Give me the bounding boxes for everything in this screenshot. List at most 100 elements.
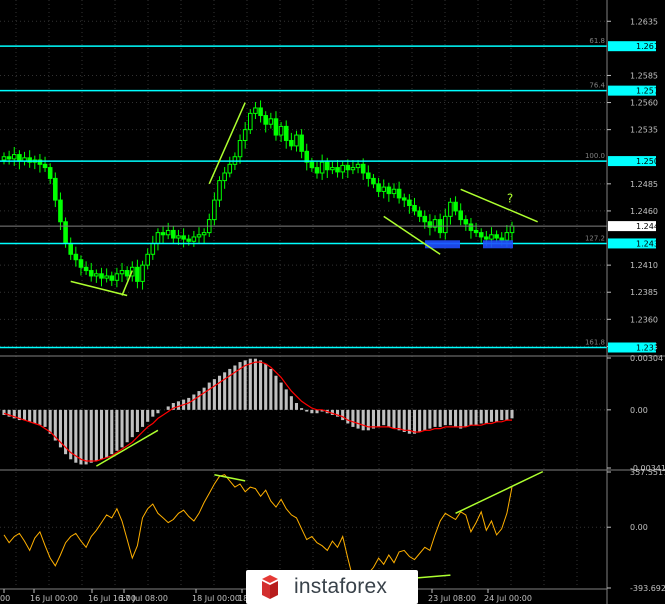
candle-bullish	[509, 225, 515, 234]
candle-bearish	[458, 210, 463, 221]
fib-level-value: 1.2571	[636, 87, 664, 96]
candle-bearish	[171, 229, 176, 239]
candle-bullish	[237, 139, 243, 158]
candle-bearish	[58, 199, 63, 223]
watermark: instaforex	[246, 570, 418, 604]
candle-bearish	[371, 177, 376, 185]
candle-bullish	[119, 270, 125, 275]
candle-bullish	[104, 275, 109, 279]
fib-level-label: 76.4	[589, 82, 605, 90]
candle-bearish	[494, 234, 499, 239]
candle-bearish	[289, 139, 294, 147]
candle-bullish	[350, 167, 356, 171]
candle-bearish	[99, 273, 104, 279]
candle-bearish	[422, 215, 428, 223]
fib-level-label: 161.8	[585, 338, 605, 346]
candle-bullish	[1, 156, 7, 161]
candle-bearish	[401, 197, 407, 201]
candle-bullish	[201, 232, 207, 236]
candle-bearish	[73, 253, 79, 261]
candle-bearish	[376, 183, 381, 192]
price-y-tick-label: 1.2460	[630, 207, 658, 216]
candle-bearish	[283, 125, 289, 141]
candle-bullish	[114, 273, 120, 281]
price-y-tick-label: 1.2410	[630, 261, 658, 270]
candle-bearish	[407, 199, 412, 207]
chart-canvas: 61.8 76.4 100.0 127.2 161.8? 1.2635 1.2585 1.2…	[0, 0, 665, 604]
candle-bearish	[478, 232, 484, 238]
candle-bearish	[412, 205, 417, 212]
candle-bearish	[83, 266, 89, 272]
candle-bearish	[463, 219, 469, 225]
candle-bearish	[499, 237, 505, 241]
fib-level-value: 1.2430	[636, 239, 664, 248]
fib-level-value: 1.2506	[636, 157, 664, 166]
current-price-value: 1.2446	[636, 222, 664, 231]
candle-bearish	[345, 164, 351, 171]
support-zone	[483, 240, 513, 249]
candle-bullish	[165, 229, 171, 236]
candle-bullish	[340, 164, 345, 173]
candle-bearish	[6, 156, 12, 160]
candle-bearish	[360, 163, 366, 174]
candle-bearish	[366, 172, 371, 179]
candle-bearish	[468, 223, 474, 231]
candle-bullish	[227, 163, 233, 174]
fib-level-label: 127.2	[585, 234, 605, 242]
price-y-tick-label: 1.2485	[630, 180, 658, 189]
candle-bullish	[381, 186, 387, 192]
price-y-tick-label: 1.2560	[630, 99, 658, 108]
candle-bearish	[47, 167, 53, 179]
candle-bearish	[78, 259, 84, 268]
candle-bullish	[504, 232, 510, 241]
candle-bullish	[150, 242, 156, 255]
osc-y-tick-label: 357.5517	[630, 468, 665, 477]
candle-bearish	[63, 221, 68, 244]
candle-bearish	[53, 177, 58, 201]
candle-bearish	[299, 134, 304, 152]
candle-bullish	[294, 134, 299, 147]
candle-bullish	[155, 232, 161, 244]
candle-bearish	[324, 161, 330, 171]
macd-y-tick-label: 0.00	[630, 406, 648, 415]
candle-bullish	[145, 253, 150, 266]
candle-bearish	[135, 266, 140, 282]
candle-bullish	[222, 172, 227, 182]
candle-bearish	[109, 275, 115, 281]
candle-bearish	[88, 270, 94, 277]
price-y-tick-label: 1.2385	[630, 288, 658, 297]
candle-bullish	[330, 167, 335, 171]
candle-bullish	[248, 112, 253, 131]
candle-bullish	[94, 273, 99, 277]
candle-bullish	[442, 215, 448, 234]
candle-bearish	[417, 210, 422, 217]
x-tick-label: 18 Jul 00:00	[192, 594, 240, 603]
candle-bullish	[489, 234, 494, 240]
x-tick-label: 17 Jul 08:00	[120, 594, 168, 603]
candle-bearish	[258, 107, 263, 117]
price-y-tick-label: 1.2360	[630, 315, 658, 324]
candle-bearish	[181, 235, 186, 240]
candle-bearish	[273, 118, 279, 136]
x-tick-label: 23 Jul 08:00	[428, 594, 476, 603]
candle-bullish	[11, 154, 17, 160]
candle-bullish	[242, 129, 248, 141]
price-y-tick-label: 1.2585	[630, 71, 658, 80]
candle-bearish	[17, 154, 22, 162]
annotation-question-mark: ?	[507, 191, 513, 205]
candle-bullish	[448, 201, 453, 217]
candle-bearish	[335, 167, 340, 173]
candle-bullish	[355, 163, 361, 169]
watermark-text: instaforex	[294, 575, 388, 598]
candle-bullish	[140, 264, 145, 282]
candle-bearish	[453, 201, 458, 212]
candle-bearish	[484, 236, 489, 240]
candle-bullish	[196, 234, 202, 238]
x-tick-label: 24 Jul 00:00	[484, 594, 532, 603]
candle-bullish	[391, 188, 397, 195]
candle-bullish	[176, 235, 181, 239]
candle-bullish	[191, 236, 197, 242]
candle-bearish	[42, 163, 48, 169]
candle-bearish	[124, 270, 130, 277]
macd-y-tick-label: 0.00304	[630, 354, 663, 363]
